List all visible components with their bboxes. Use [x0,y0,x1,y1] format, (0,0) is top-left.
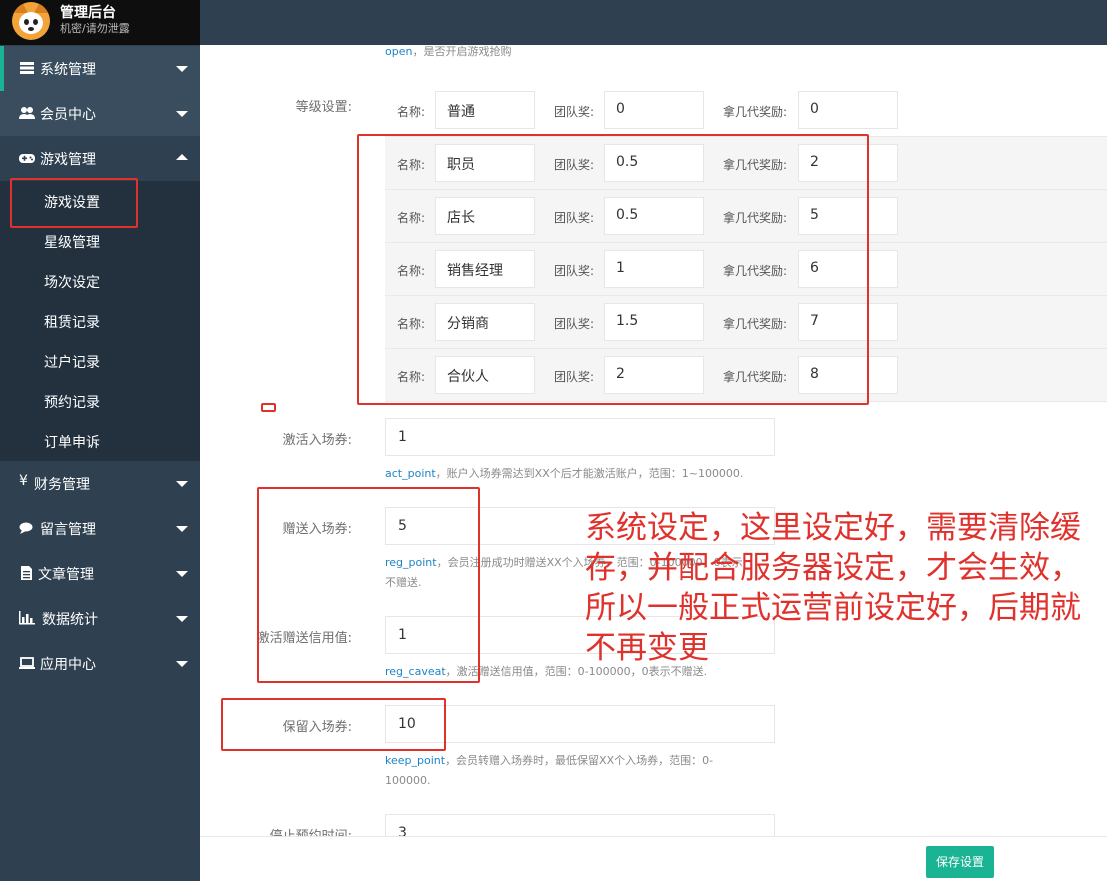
submenu-label: 预约记录 [44,395,100,411]
server-icon [20,62,34,74]
menu-label: 数据统计 [42,612,98,628]
bar-chart-icon [19,611,35,625]
submenu-order-appeals[interactable]: 订单申诉 [0,421,200,461]
save-button[interactable]: 保存设置 [926,846,994,878]
level-gen-label: 拿几代奖励: [723,105,788,119]
menu-label: 留言管理 [40,522,96,538]
hint-text: ，账户入场券需达到XX个后才能激活账户，范围：1~100000. [435,467,744,480]
menu-statistics[interactable]: 数据统计 [0,596,200,641]
menu-label: 会员中心 [40,107,96,123]
menu-messages[interactable]: 留言管理 [0,506,200,551]
level-name-input[interactable]: 普通 [435,91,535,129]
level-name-label: 名称: [397,105,426,119]
open-hint: open，是否开启游戏抢购 [385,45,511,62]
menu-label: 文章管理 [38,567,94,583]
annotation-box-levels [357,134,869,405]
brand-title: 管理后台 [60,5,116,21]
comments-icon [19,522,33,534]
submenu-label: 过户记录 [44,355,100,371]
act-point-label: 激活入场券: [282,433,352,448]
level-team-input[interactable]: 0 [604,91,704,129]
menu-system[interactable]: 系统管理 [0,46,200,91]
gamepad-icon [19,154,35,163]
level-gen-input[interactable]: 0 [798,91,898,129]
annotation-box-gifts [257,487,480,683]
menu-label: 系统管理 [40,62,96,78]
form-footer: 保存设置 [200,836,1107,881]
menu-apps[interactable]: 应用中心 [0,641,200,686]
chevron-up-icon [176,154,188,160]
levels-label: 等级设置: [295,100,352,115]
hint-key: open [385,45,413,58]
annotation-box-menu [10,178,138,228]
yen-icon: ¥ [19,473,28,489]
chevron-down-icon [176,111,188,117]
menu-articles[interactable]: 文章管理 [0,551,200,596]
menu-label: 游戏管理 [40,152,96,168]
submenu-label: 租赁记录 [44,315,100,331]
brand-subtitle: 机密/请勿泄露 [60,22,130,35]
menu-members[interactable]: 会员中心 [0,91,200,136]
annotation-note: 系统设定，这里设定好，需要清除缓存，并配合服务器设定，才会生效，所以一般正式运营… [585,510,1081,666]
hint-text-cont: 100000. [385,774,431,787]
annotation-box-keep [221,698,446,751]
chevron-down-icon [176,616,188,622]
menu-finance[interactable]: ¥ 财务管理 [0,461,200,506]
chevron-down-icon [176,571,188,577]
sidebar: 管理后台 机密/请勿泄露 系统管理 会员中心 游戏管理 游戏设置 星级管理 场次… [0,0,200,881]
keep-point-hint: keep_point，会员转赠入场券时，最低保留XX个入场券，范围：0- 100… [385,751,785,791]
menu-label: 应用中心 [40,657,96,673]
hint-text: ，会员转赠入场券时，最低保留XX个入场券，范围：0- [445,754,714,767]
stop-time-input[interactable]: 3 [385,814,775,836]
annotation-box-small [261,403,276,412]
chevron-down-icon [176,526,188,532]
tiger-logo-icon [12,2,50,40]
submenu-label: 场次设定 [44,275,100,291]
submenu-label: 订单申诉 [44,435,100,451]
top-navbar [200,0,1107,45]
hint-key: keep_point [385,754,446,767]
hint-key: act_point [385,467,436,480]
laptop-icon [19,657,35,669]
act-point-input[interactable]: 1 [385,418,775,456]
menu-label: 财务管理 [34,477,90,493]
chevron-down-icon [176,66,188,72]
menu-game[interactable]: 游戏管理 [0,136,200,181]
stop-time-label: 停止预约时间: [200,825,352,836]
submenu-sessions[interactable]: 场次设定 [0,261,200,301]
hint-text: ，是否开启游戏抢购 [412,45,512,58]
chevron-down-icon [176,661,188,667]
chevron-down-icon [176,481,188,487]
submenu-rental-records[interactable]: 租赁记录 [0,301,200,341]
level-team-label: 团队奖: [554,105,595,119]
submenu-booking-records[interactable]: 预约记录 [0,381,200,421]
submenu-transfer-records[interactable]: 过户记录 [0,341,200,381]
users-icon [19,107,35,119]
act-point-hint: act_point，账户入场券需达到XX个后才能激活账户，范围：1~100000… [385,464,805,484]
file-text-icon [21,566,32,580]
brand-header: 管理后台 机密/请勿泄露 [0,0,200,45]
submenu-label: 星级管理 [44,235,100,251]
level-row: 名称: 普通 团队奖: 0 拿几代奖励: 0 [385,84,1107,137]
